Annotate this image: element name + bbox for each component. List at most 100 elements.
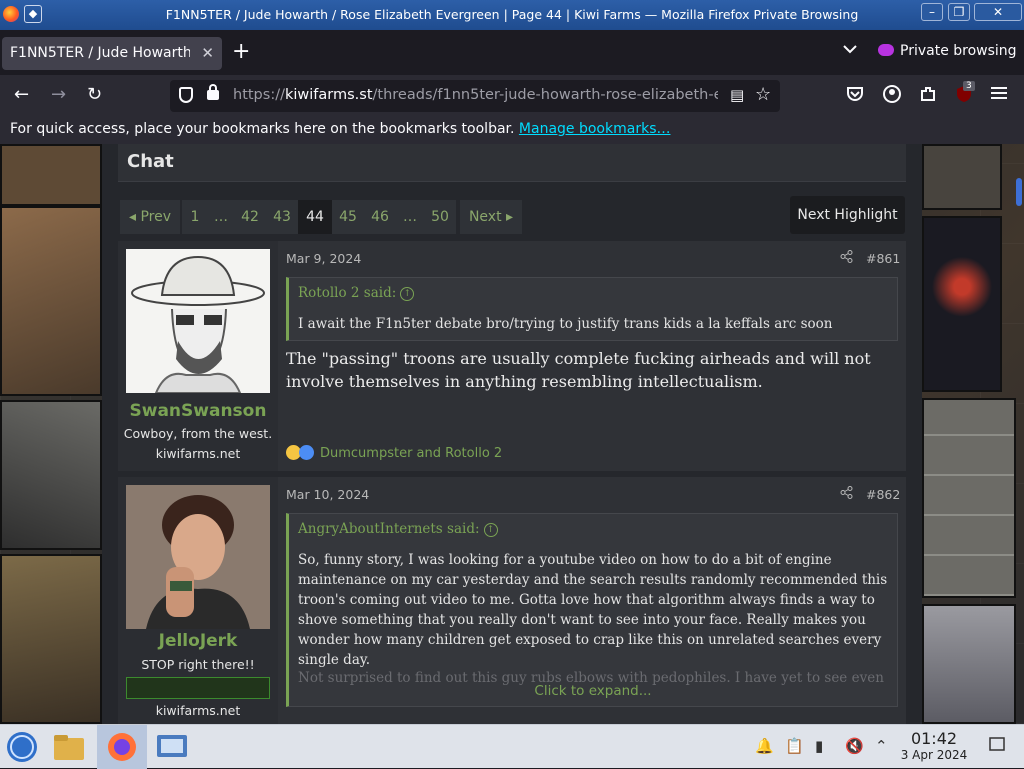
- hamburger-menu-icon[interactable]: [991, 85, 1007, 105]
- lock-icon[interactable]: [207, 84, 219, 100]
- next-highlight-button[interactable]: Next Highlight: [790, 196, 905, 234]
- reader-view-icon[interactable]: ▤: [730, 86, 744, 104]
- start-menu-button[interactable]: [4, 725, 42, 769]
- section-title: Chat: [127, 151, 174, 172]
- quote-text: I await the F1n5ter debate bro/trying to…: [298, 316, 833, 332]
- page-ellipsis[interactable]: …: [396, 200, 424, 234]
- background-comic-panel: [922, 144, 1002, 210]
- page-ellipsis[interactable]: …: [208, 200, 234, 234]
- post-date[interactable]: Mar 10, 2024: [286, 487, 369, 502]
- bookmarks-hint-text: For quick access, place your bookmarks h…: [10, 121, 515, 137]
- user-title: STOP right there!!: [141, 657, 255, 672]
- share-icon[interactable]: [840, 486, 853, 503]
- post-number[interactable]: #862: [866, 487, 900, 502]
- post-number[interactable]: #861: [866, 251, 900, 266]
- quote-block: AngryAboutInternets said: ↑ So, funny sto…: [286, 513, 898, 707]
- user-title: Cowboy, from the west.: [123, 426, 273, 441]
- post-user-panel: JelloJerk STOP right there!! kiwifarms.n…: [118, 477, 278, 724]
- back-button[interactable]: ←: [14, 85, 29, 105]
- clipboard-icon[interactable]: 📋: [785, 737, 804, 755]
- forward-button[interactable]: →: [51, 85, 66, 105]
- show-desktop-icon[interactable]: [989, 737, 1005, 755]
- private-browsing-indicator: Private browsing: [878, 43, 1017, 59]
- like-reaction-icon: [299, 445, 314, 460]
- page-link[interactable]: 50: [424, 200, 456, 234]
- file-manager-icon[interactable]: [52, 725, 90, 769]
- extensions-puzzle-icon[interactable]: [919, 85, 937, 108]
- page-scrollbar-thumb[interactable]: [1016, 178, 1022, 206]
- quote-text: So, funny story, I was looking for a you…: [298, 552, 888, 668]
- quote-block: Rotollo 2 said: ↑ I await the F1n5ter deb…: [286, 277, 898, 341]
- next-page-button[interactable]: Next ▸: [460, 200, 522, 234]
- minimize-button[interactable]: –: [921, 3, 943, 21]
- page-viewport[interactable]: Chat ◂ Prev 1 … 42 43 44 45 46 … 50 Next…: [0, 144, 1024, 724]
- quote-author[interactable]: AngryAboutInternets said: ↑: [298, 521, 498, 537]
- extension-badge: 3: [963, 81, 975, 91]
- username[interactable]: JelloJerk: [118, 631, 278, 651]
- battery-icon[interactable]: ▮: [815, 737, 823, 755]
- reactions-users[interactable]: Dumcumpster and Rotollo 2: [320, 446, 502, 461]
- page-link[interactable]: 42: [234, 200, 266, 234]
- close-window-button[interactable]: ✕: [974, 3, 1022, 21]
- taskbar: 🔔 📋 ▮ 🔇 ⌃ 01:42 3 Apr 2024: [0, 724, 1024, 769]
- chevron-down-icon: [843, 45, 857, 54]
- background-comic-panel: [922, 216, 1002, 392]
- forum-post: JelloJerk STOP right there!! kiwifarms.n…: [118, 477, 906, 724]
- share-icon[interactable]: [840, 250, 853, 267]
- click-to-expand[interactable]: Click to expand...: [289, 683, 897, 699]
- post-reactions[interactable]: Dumcumpster and Rotollo 2: [286, 445, 502, 461]
- background-comic-panel: [0, 400, 102, 550]
- page-link[interactable]: 43: [266, 200, 298, 234]
- background-comic-panel: [0, 554, 102, 724]
- notifications-bell-icon[interactable]: 🔔: [755, 737, 774, 755]
- window-title: F1NN5TER / Jude Howarth / Rose Elizabeth…: [165, 7, 859, 22]
- prev-page-button[interactable]: ◂ Prev: [120, 200, 180, 234]
- url-bar[interactable]: https://kiwifarms.st/threads/f1nn5ter-ju…: [170, 80, 780, 112]
- post-date[interactable]: Mar 9, 2024: [286, 251, 361, 266]
- new-tab-button[interactable]: +: [232, 41, 250, 63]
- private-browsing-label: Private browsing: [900, 43, 1017, 59]
- tab-strip: F1NN5TER / Jude Howarth / R ✕ + Private …: [0, 30, 1024, 75]
- current-page[interactable]: 44: [298, 200, 332, 234]
- bookmark-star-icon[interactable]: ☆: [755, 84, 771, 105]
- quote-author[interactable]: Rotollo 2 said: ↑: [298, 285, 415, 301]
- list-all-tabs-button[interactable]: [843, 43, 857, 58]
- volume-muted-icon[interactable]: 🔇: [845, 737, 864, 755]
- page-link[interactable]: 45: [332, 200, 364, 234]
- system-settings-icon[interactable]: [155, 725, 193, 769]
- background-comic-panel: [0, 206, 102, 396]
- tab-close-icon[interactable]: ✕: [201, 44, 214, 62]
- tray-expand-chevron-icon[interactable]: ⌃: [875, 737, 888, 755]
- username[interactable]: SwanSwanson: [118, 401, 278, 421]
- background-comic-panel: [922, 604, 1016, 724]
- section-header: Chat: [118, 144, 906, 182]
- window-titlebar: ◆ F1NN5TER / Jude Howarth / Rose Elizabe…: [0, 0, 1024, 30]
- go-to-quote-icon[interactable]: ↑: [400, 287, 415, 301]
- post-user-panel: SwanSwanson Cowboy, from the west. kiwif…: [118, 241, 278, 471]
- private-mask-icon: [878, 44, 894, 56]
- background-comic-panel: [922, 398, 1016, 598]
- clock-date: 3 Apr 2024: [900, 748, 968, 762]
- user-avatar[interactable]: [126, 249, 270, 394]
- user-banner: [126, 677, 270, 699]
- firefox-taskbar-icon[interactable]: [97, 725, 147, 769]
- maximize-button[interactable]: ❐: [948, 3, 970, 21]
- user-avatar[interactable]: [126, 485, 270, 629]
- go-to-quote-icon[interactable]: ↑: [483, 523, 498, 537]
- tab-active[interactable]: F1NN5TER / Jude Howarth / R ✕: [2, 37, 222, 70]
- tracking-protection-shield-icon[interactable]: [179, 87, 193, 103]
- bookmarks-toolbar: For quick access, place your bookmarks h…: [0, 117, 1024, 144]
- reload-button[interactable]: ↻: [87, 85, 102, 105]
- clock[interactable]: 01:42 3 Apr 2024: [895, 729, 973, 762]
- navigation-toolbar: ← → ↻ https://kiwifarms.st/threads/f1nn5…: [0, 75, 1024, 117]
- page-link[interactable]: 46: [364, 200, 396, 234]
- post-body: The "passing" troons are usually complet…: [286, 349, 871, 391]
- user-site: kiwifarms.net: [155, 703, 241, 718]
- pocket-icon[interactable]: [846, 85, 864, 108]
- url-text[interactable]: https://kiwifarms.st/threads/f1nn5ter-ju…: [233, 87, 718, 103]
- forum-content: Chat ◂ Prev 1 … 42 43 44 45 46 … 50 Next…: [102, 144, 922, 724]
- page-link[interactable]: 1: [182, 200, 208, 234]
- tab-label: F1NN5TER / Jude Howarth / R: [10, 45, 190, 61]
- account-icon[interactable]: [883, 85, 901, 108]
- manage-bookmarks-link[interactable]: Manage bookmarks…: [519, 121, 671, 137]
